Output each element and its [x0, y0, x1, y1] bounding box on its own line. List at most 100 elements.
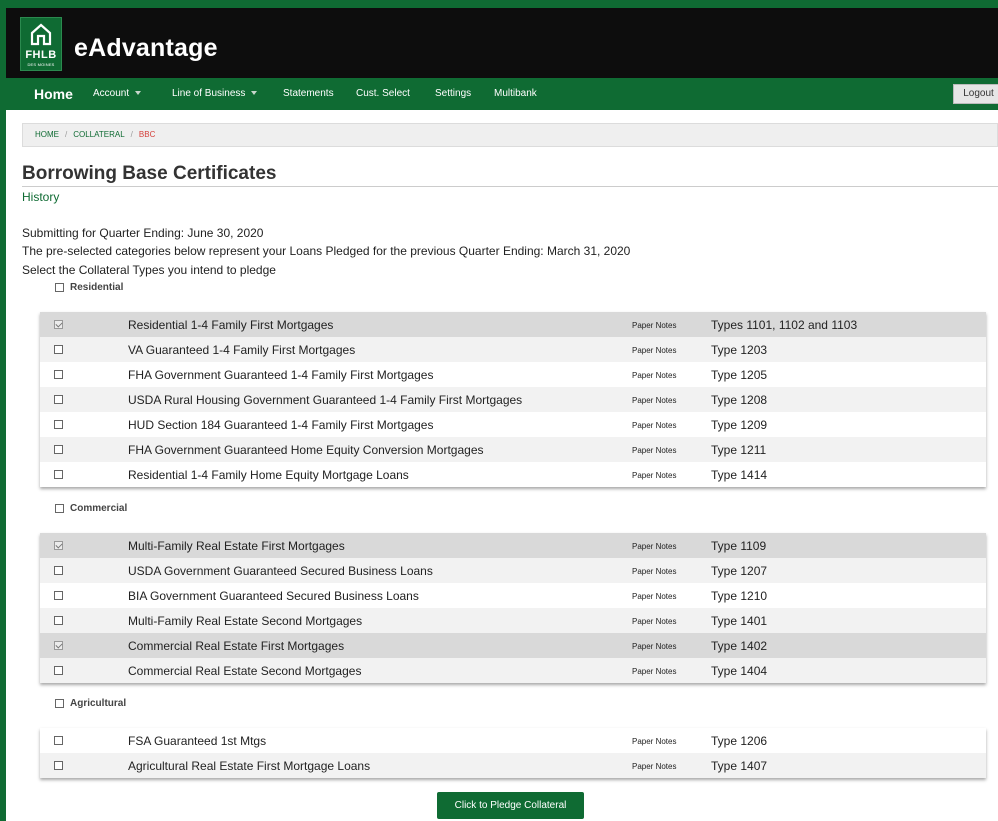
pledge-type: Paper Notes — [632, 446, 677, 455]
nav-cust-select[interactable]: Cust. Select — [356, 78, 410, 110]
title-divider — [22, 186, 998, 187]
collateral-description: Residential 1-4 Family First Mortgages — [128, 318, 334, 332]
page-title: Borrowing Base Certificates — [22, 163, 277, 184]
row-checkbox[interactable] — [54, 420, 63, 429]
chevron-down-icon — [135, 91, 142, 96]
collateral-type-code: Type 1209 — [711, 418, 768, 432]
left-accent-rail — [0, 0, 6, 821]
row-checkbox[interactable] — [54, 736, 63, 745]
collateral-description: BIA Government Guaranteed Secured Busine… — [128, 589, 419, 603]
nav-account-label: Account — [93, 88, 130, 99]
pledge-type: Paper Notes — [632, 371, 677, 380]
main-nav: Home Account Line of Business Statements… — [6, 78, 998, 110]
row-checkbox[interactable] — [54, 395, 63, 404]
group-checkbox[interactable] — [55, 283, 64, 292]
nav-account[interactable]: Account — [93, 78, 142, 110]
collateral-type-code: Type 1210 — [711, 589, 768, 603]
row-checkbox[interactable] — [54, 470, 63, 479]
pledge-type: Paper Notes — [632, 737, 677, 746]
table-row[interactable]: VA Guaranteed 1-4 Family First Mortgages… — [40, 337, 986, 362]
table-row[interactable]: Multi-Family Real Estate Second Mortgage… — [40, 608, 986, 633]
pledge-type: Paper Notes — [632, 346, 677, 355]
nav-statements[interactable]: Statements — [283, 78, 334, 110]
table-row[interactable]: FSA Guaranteed 1st Mtgs Paper Notes Type 1… — [40, 728, 986, 753]
collateral-description: Agricultural Real Estate First Mortgage … — [128, 759, 371, 773]
nav-multibank[interactable]: Multibank — [494, 78, 537, 110]
collateral-description: Commercial Real Estate Second Mortgages — [128, 664, 362, 678]
row-checkbox[interactable] — [54, 566, 63, 575]
table-row[interactable]: FHA Government Guaranteed Home Equity Co… — [40, 437, 986, 462]
collateral-description: FHA Government Guaranteed Home Equity Co… — [128, 443, 484, 457]
table-row[interactable]: Commercial Real Estate First Mortgages Pa… — [40, 633, 986, 658]
collateral-type-code: Type 1404 — [711, 664, 768, 678]
collateral-description: FHA Government Guaranteed 1-4 Family Fir… — [128, 368, 434, 382]
table-row[interactable]: Residential 1-4 Family First Mortgages Pa… — [40, 312, 986, 337]
table-row[interactable]: USDA Government Guaranteed Secured Busin… — [40, 558, 986, 583]
table-row[interactable]: Commercial Real Estate Second Mortgages P… — [40, 658, 986, 683]
row-checkbox[interactable] — [54, 320, 63, 329]
collateral-type-code: Types 1101, 1102 and 1103 — [711, 318, 858, 332]
breadcrumb-current: BBC — [138, 130, 156, 139]
collateral-description: Commercial Real Estate First Mortgages — [128, 639, 345, 653]
logo-text: FHLB — [25, 49, 57, 61]
collateral-type-code: Type 1203 — [711, 343, 768, 357]
pledge-type: Paper Notes — [632, 321, 677, 330]
group-label: Agricultural — [70, 698, 127, 709]
table-row[interactable]: Agricultural Real Estate First Mortgage … — [40, 753, 986, 778]
select-prompt-text: Select the Collateral Types you intend t… — [22, 263, 276, 277]
logo-subtext: DES MOINES — [27, 62, 55, 67]
group-checkbox[interactable] — [55, 504, 64, 513]
row-checkbox[interactable] — [54, 345, 63, 354]
collateral-type-code: Type 1401 — [711, 614, 768, 628]
row-checkbox[interactable] — [54, 761, 63, 770]
row-checkbox[interactable] — [54, 541, 63, 550]
pledge-collateral-button[interactable]: Click to Pledge Collateral — [437, 792, 584, 819]
nav-lob-label: Line of Business — [172, 88, 246, 99]
table-row[interactable]: USDA Rural Housing Government Guaranteed… — [40, 387, 986, 412]
chevron-down-icon — [251, 91, 258, 96]
collateral-description: Residential 1-4 Family Home Equity Mortg… — [128, 468, 409, 482]
breadcrumb-collateral[interactable]: COLLATERAL — [73, 130, 124, 139]
collateral-table-commercial: Multi-Family Real Estate First Mortgages… — [40, 533, 986, 683]
breadcrumb-separator: / — [65, 130, 68, 139]
pledge-type: Paper Notes — [632, 421, 677, 430]
table-row[interactable]: BIA Government Guaranteed Secured Busine… — [40, 583, 986, 608]
pledge-type: Paper Notes — [632, 617, 677, 626]
collateral-description: FSA Guaranteed 1st Mtgs — [128, 734, 267, 748]
fhlb-logo[interactable]: FHLB DES MOINES — [20, 17, 62, 71]
row-checkbox[interactable] — [54, 445, 63, 454]
row-checkbox[interactable] — [54, 616, 63, 625]
app-title: eAdvantage — [74, 34, 218, 62]
nav-home[interactable]: Home — [34, 78, 73, 110]
collateral-type-code: Type 1207 — [711, 564, 768, 578]
nav-line-of-business[interactable]: Line of Business — [172, 78, 258, 110]
pledge-type: Paper Notes — [632, 542, 677, 551]
table-row[interactable]: HUD Section 184 Guaranteed 1-4 Family Fi… — [40, 412, 986, 437]
row-checkbox[interactable] — [54, 591, 63, 600]
history-link[interactable]: History — [22, 190, 59, 204]
row-checkbox[interactable] — [54, 666, 63, 675]
table-row[interactable]: Residential 1-4 Family Home Equity Mortg… — [40, 462, 986, 487]
group-label: Commercial — [70, 503, 128, 514]
house-icon — [30, 23, 52, 46]
pledge-type: Paper Notes — [632, 592, 677, 601]
group-checkbox[interactable] — [55, 699, 64, 708]
collateral-description: Multi-Family Real Estate First Mortgages — [128, 539, 345, 553]
nav-settings[interactable]: Settings — [435, 78, 471, 110]
collateral-type-code: Type 1109 — [711, 539, 767, 553]
pledge-type: Paper Notes — [632, 396, 677, 405]
logout-button[interactable]: Logout — [953, 84, 998, 104]
collateral-description: USDA Rural Housing Government Guaranteed… — [128, 393, 523, 407]
collateral-type-code: Type 1205 — [711, 368, 768, 382]
collateral-description: HUD Section 184 Guaranteed 1-4 Family Fi… — [128, 418, 434, 432]
row-checkbox[interactable] — [54, 641, 63, 650]
collateral-type-code: Type 1211 — [711, 443, 767, 457]
pledge-type: Paper Notes — [632, 762, 677, 771]
breadcrumb-home[interactable]: HOME — [35, 130, 59, 139]
table-row[interactable]: Multi-Family Real Estate First Mortgages… — [40, 533, 986, 558]
collateral-type-code: Type 1402 — [711, 639, 768, 653]
collateral-description: USDA Government Guaranteed Secured Busin… — [128, 564, 433, 578]
row-checkbox[interactable] — [54, 370, 63, 379]
collateral-description: VA Guaranteed 1-4 Family First Mortgages — [128, 343, 356, 357]
table-row[interactable]: FHA Government Guaranteed 1-4 Family Fir… — [40, 362, 986, 387]
